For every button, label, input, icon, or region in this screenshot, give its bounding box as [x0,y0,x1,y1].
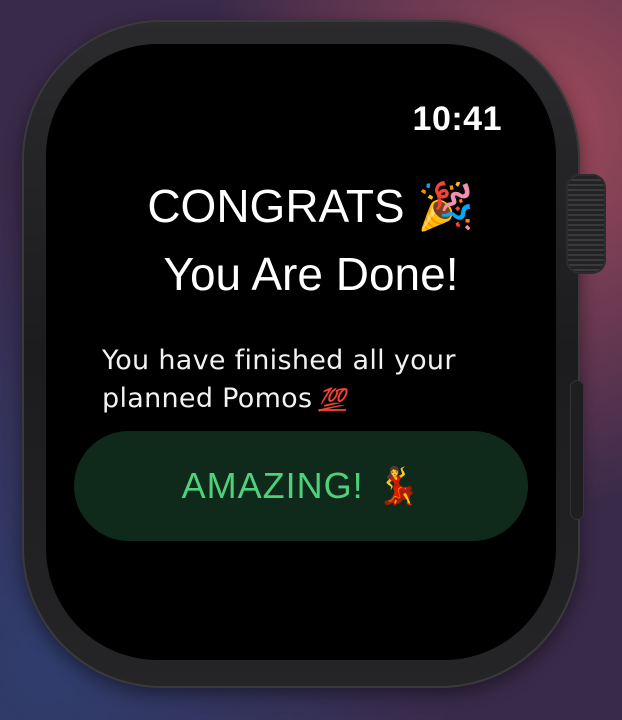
status-time: 10:41 [412,100,502,138]
digital-crown[interactable] [566,174,606,274]
dancer-icon: 💃 [375,466,421,507]
congrats-heading: CONGRATS 🎉 You Are Done! [106,172,516,308]
amazing-button[interactable]: AMAZING! 💃 [74,431,528,541]
hundred-points-icon: 💯 [318,388,347,413]
message-line-1: You have finished all your [102,345,456,376]
done-text: You Are Done! [163,248,459,300]
watch-screen: 10:41 CONGRATS 🎉 You Are Done! You have … [46,44,556,660]
party-popper-icon: 🎉 [417,179,475,233]
message-line-2-text: planned Pomos [102,383,313,414]
message-line-2: planned Pomos 💯 [102,380,516,420]
congrats-line-1: CONGRATS 🎉 [106,172,516,240]
side-button[interactable] [570,380,584,520]
congrats-text: CONGRATS [147,180,405,232]
completion-message: You have finished all your planned Pomos… [102,342,516,420]
amazing-button-label: AMAZING! [181,465,364,506]
